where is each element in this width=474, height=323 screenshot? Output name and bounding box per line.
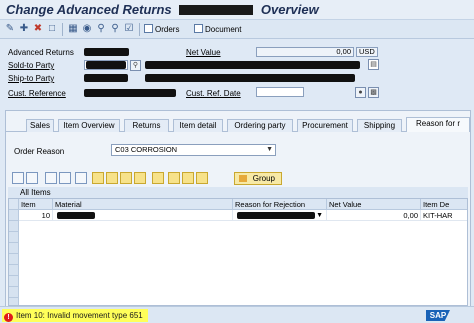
redacted-cust-reference bbox=[84, 89, 176, 97]
deselect-all-icon[interactable] bbox=[45, 172, 57, 184]
tab-sales[interactable]: Sales bbox=[26, 119, 54, 132]
row-selector[interactable] bbox=[9, 232, 19, 243]
item-description-cell[interactable]: KIT-HAR bbox=[421, 210, 467, 221]
tab-item-detail[interactable]: Item detail bbox=[173, 119, 223, 132]
schedule-lines-icon[interactable] bbox=[182, 172, 194, 184]
redacted-ship-to bbox=[84, 74, 128, 82]
find-icon[interactable] bbox=[120, 172, 132, 184]
net-value-label: Net Value bbox=[186, 48, 221, 57]
redacted-material bbox=[57, 212, 95, 219]
row-selector[interactable] bbox=[9, 221, 19, 232]
orders-icon bbox=[144, 24, 153, 33]
redacted-returns-number bbox=[84, 48, 129, 56]
tab-reason-for-rejection[interactable]: Reason for r bbox=[406, 117, 470, 132]
ship-to-party-label: Ship-to Party bbox=[8, 74, 55, 83]
pricing-icon[interactable] bbox=[196, 172, 208, 184]
row-selector[interactable] bbox=[9, 287, 19, 298]
column-header-item-description[interactable]: Item De bbox=[421, 199, 467, 210]
status-message[interactable]: ! Item 10: Invalid movement type 651 bbox=[2, 309, 148, 322]
select-all-icon[interactable] bbox=[26, 172, 38, 184]
redacted-document-number bbox=[179, 5, 254, 15]
redacted-reason bbox=[237, 212, 315, 219]
reason-for-rejection-cell[interactable]: ▼ bbox=[233, 210, 327, 221]
create-icon[interactable]: ✚ bbox=[18, 23, 30, 35]
tab-strip: Sales Item Overview Returns Item detail … bbox=[6, 117, 470, 132]
toolbar-separator bbox=[62, 23, 63, 36]
currency-field: USD bbox=[356, 47, 378, 57]
sort-descending-icon[interactable] bbox=[106, 172, 118, 184]
row-selector[interactable] bbox=[9, 276, 19, 287]
net-value-cell[interactable]: 0,00 bbox=[327, 210, 421, 221]
tab-ordering-party[interactable]: Ordering party bbox=[227, 119, 293, 132]
item-detail-icon[interactable]: ⚲ bbox=[95, 23, 107, 35]
title-bar: Change Advanced Returns Overview bbox=[0, 0, 474, 20]
sold-to-party-label: Sold-to Party bbox=[8, 61, 55, 70]
page-title: Change Advanced Returns Overview bbox=[6, 2, 319, 17]
cust-reference-label: Cust. Reference bbox=[8, 89, 66, 98]
tab-shipping[interactable]: Shipping bbox=[357, 119, 402, 132]
document-icon bbox=[194, 24, 203, 33]
sap-logo: SAP bbox=[426, 310, 450, 321]
chevron-down-icon: ▼ bbox=[266, 146, 273, 153]
document-header: Advanced Returns Net Value 0,00 USD Sold… bbox=[0, 40, 474, 108]
print-icon[interactable]: ▩ bbox=[368, 87, 379, 98]
application-toolbar: ✎ ✚ ✖ □ ▦ ◉ ⚲ ⚲ ☑ Orders Document bbox=[0, 20, 474, 39]
row-selector[interactable] bbox=[9, 243, 19, 254]
column-header-reason-for-rejection[interactable]: Reason for Rejection bbox=[233, 199, 327, 210]
table-corner[interactable] bbox=[9, 199, 19, 210]
row-selector[interactable] bbox=[9, 210, 19, 221]
tab-returns[interactable]: Returns bbox=[124, 119, 169, 132]
document-search-icon[interactable]: ⚲ bbox=[109, 23, 121, 35]
item-detail-icon[interactable] bbox=[12, 172, 24, 184]
find-next-icon[interactable] bbox=[134, 172, 146, 184]
row-selector[interactable] bbox=[9, 254, 19, 265]
cust-ref-date-label: Cust. Ref. Date bbox=[186, 89, 241, 98]
orders-button[interactable]: Orders bbox=[144, 23, 179, 36]
row-selector[interactable] bbox=[9, 265, 19, 276]
partner-icon[interactable]: ● bbox=[355, 87, 366, 98]
status-bar: ! Item 10: Invalid movement type 651 SAP bbox=[0, 306, 474, 323]
select-block-icon[interactable] bbox=[59, 172, 71, 184]
item-number-cell[interactable]: 10 bbox=[19, 210, 53, 221]
delete-item-icon[interactable] bbox=[75, 172, 87, 184]
row-selector[interactable] bbox=[9, 298, 19, 305]
chevron-down-icon: ▼ bbox=[316, 212, 323, 219]
header-icon[interactable]: □ bbox=[46, 23, 58, 35]
items-table: Item Material Reason for Rejection Net V… bbox=[8, 198, 468, 306]
tab-item-overview[interactable]: Item Overview bbox=[58, 119, 120, 132]
sort-ascending-icon[interactable] bbox=[92, 172, 104, 184]
group-button[interactable]: Group bbox=[234, 172, 282, 185]
display-change-icon[interactable]: ✎ bbox=[4, 23, 16, 35]
all-items-label: All Items bbox=[8, 187, 468, 198]
attachments-icon[interactable]: ☑ bbox=[123, 23, 135, 35]
document-button[interactable]: Document bbox=[194, 23, 241, 36]
filter-icon[interactable] bbox=[152, 172, 164, 184]
cust-ref-date-field[interactable] bbox=[256, 87, 304, 97]
order-reason-label: Order Reason bbox=[14, 147, 65, 156]
status-overview-icon[interactable]: ◉ bbox=[81, 23, 93, 35]
column-header-item[interactable]: Item bbox=[19, 199, 53, 210]
order-reason-select[interactable]: C03 CORROSION ▼ bbox=[111, 144, 276, 156]
net-value-field: 0,00 bbox=[256, 47, 354, 57]
toolbar-separator bbox=[139, 23, 140, 36]
delete-icon[interactable]: ✖ bbox=[32, 23, 44, 35]
redacted-sold-to-address bbox=[145, 61, 360, 69]
page-title-left: Change Advanced Returns bbox=[6, 2, 172, 17]
advanced-returns-label: Advanced Returns bbox=[8, 48, 74, 57]
order-reason-value: C03 CORROSION bbox=[115, 145, 178, 154]
document-flow-icon[interactable]: ▦ bbox=[67, 23, 79, 35]
redacted-ship-to-address bbox=[145, 74, 355, 82]
search-help-icon[interactable]: ⚲ bbox=[130, 60, 141, 71]
column-header-net-value[interactable]: Net Value bbox=[327, 199, 421, 210]
column-header-material[interactable]: Material bbox=[53, 199, 233, 210]
item-panel: Sales Item Overview Returns Item detail … bbox=[5, 110, 471, 309]
document-icon[interactable]: ▤ bbox=[368, 59, 379, 70]
error-icon: ! bbox=[4, 313, 13, 322]
redacted-sold-to bbox=[86, 61, 126, 69]
tab-procurement[interactable]: Procurement bbox=[297, 119, 353, 132]
page-title-right: Overview bbox=[260, 2, 319, 17]
material-cell[interactable] bbox=[53, 210, 233, 221]
group-icon bbox=[239, 175, 247, 182]
configuration-icon[interactable] bbox=[168, 172, 180, 184]
